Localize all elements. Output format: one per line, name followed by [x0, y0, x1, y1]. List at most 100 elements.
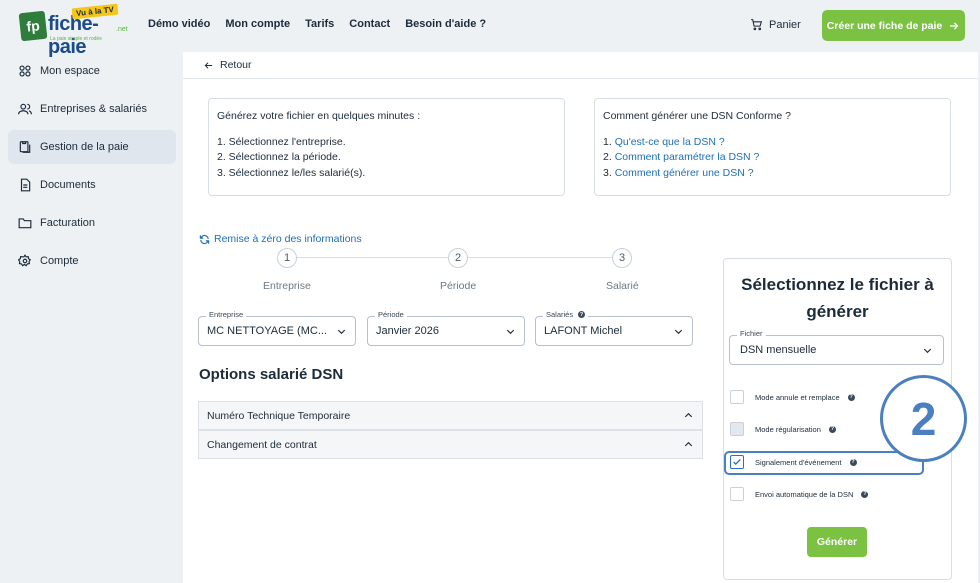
step-3-circle: 3 [612, 248, 632, 268]
option-label: Mode annule et remplace [755, 392, 840, 402]
help-item: 3. Comment générer une DSN ? [603, 166, 942, 182]
cta-label: Créer une fiche de paie [826, 19, 943, 32]
help-num: 2. [603, 151, 612, 163]
document-icon [20, 178, 31, 192]
help-icon[interactable]: ? [828, 425, 836, 433]
payroll-icon [19, 141, 31, 153]
option-label: Mode régularisation [755, 424, 821, 434]
sidebar-item-label: Facturation [40, 217, 96, 229]
step-2-label: Période [440, 280, 477, 292]
checkbox[interactable] [730, 487, 744, 501]
folder-icon [18, 218, 32, 229]
logo-mark: fp [18, 10, 48, 42]
help-icon[interactable]: ? [578, 311, 586, 318]
divider [183, 78, 978, 79]
users-icon [18, 103, 32, 115]
sidebar-item-facturation[interactable]: Facturation [8, 206, 176, 240]
nav-demo-video[interactable]: Démo vidéo [148, 18, 210, 30]
sidebar-item-label: Mon espace [40, 65, 100, 77]
help-link-what-is-dsn[interactable]: Qu'est-ce que la DSN ? [615, 136, 725, 148]
chevron-down-icon [337, 329, 346, 334]
nav-tarifs[interactable]: Tarifs [305, 18, 334, 30]
option-label: Signalement d'événement [755, 457, 842, 467]
instructions-title: Générez votre fichier en quelques minute… [217, 110, 421, 122]
select-value: Janvier 2026 [376, 325, 439, 337]
back-label: Retour [220, 59, 252, 71]
sidebar-item-documents[interactable]: Documents [8, 168, 176, 202]
help-num: 1. [603, 135, 612, 148]
sidebar-item-entreprises[interactable]: Entreprises & salariés [8, 92, 176, 126]
help-link-generate-dsn[interactable]: Comment générer une DSN ? [615, 167, 754, 179]
check-icon [733, 459, 741, 465]
options-title: Options salarié DSN [199, 366, 344, 383]
option-annule-remplace[interactable]: Mode annule et remplace ? [730, 390, 855, 404]
checkbox-checked[interactable] [730, 455, 744, 469]
help-icon[interactable]: ? [861, 490, 869, 498]
back-link[interactable]: Retour [203, 59, 252, 71]
select-value: DSN mensuelle [740, 344, 817, 356]
chevron-up-icon [684, 441, 693, 447]
instructions-box: Générez votre fichier en quelques minute… [208, 98, 565, 196]
accordion-contract-change[interactable]: Changement de contrat [198, 430, 703, 459]
help-icon[interactable]: ? [849, 458, 857, 466]
accordion-ntt[interactable]: Numéro Technique Temporaire [198, 401, 703, 430]
sidebar-item-label: Entreprises & salariés [40, 103, 147, 115]
arrow-left-icon [204, 61, 213, 69]
reset-link[interactable]: Remise à zéro des informations [199, 233, 362, 245]
help-link-configure-dsn[interactable]: Comment paramétrer la DSN ? [615, 151, 760, 163]
select-value: MC NETTOYAGE (MC... [207, 325, 327, 337]
generate-button[interactable]: Générer [807, 527, 867, 557]
sidebar-item-label: Gestion de la paie [40, 141, 129, 153]
sidebar-item-compte[interactable]: Compte [8, 244, 176, 278]
accordion-label: Numéro Technique Temporaire [207, 409, 351, 422]
card-title-line: Sélectionnez le fichier à [741, 275, 934, 294]
main-panel: Retour Générez votre fichier en quelques… [183, 52, 978, 583]
nav-contact[interactable]: Contact [349, 18, 390, 30]
create-payslip-button[interactable]: Créer une fiche de paie [822, 10, 965, 41]
checkbox[interactable] [730, 390, 744, 404]
fiche-paie-logo[interactable]: fp fiche-paie Vu à la TV .net La paie si… [18, 3, 130, 58]
logo-tagline: La paie simple et rodée [50, 36, 102, 42]
instruction-item: 2. Sélectionnez la période. [217, 151, 341, 163]
field-label-text: Salariés [546, 310, 574, 319]
help-num: 3. [603, 166, 612, 179]
option-signalement[interactable]: Signalement d'événement ? [730, 455, 857, 469]
option-regularisation: Mode régularisation ? [730, 422, 836, 436]
step-3-label: Salarié [606, 280, 639, 292]
field-label: Salariés? [543, 310, 589, 319]
sidebar-item-mon-espace[interactable]: Mon espace [8, 54, 176, 88]
nav-help[interactable]: Besoin d'aide ? [405, 18, 486, 30]
refresh-icon [199, 234, 210, 244]
accordion-label: Changement de contrat [207, 438, 317, 451]
select-value: LAFONT Michel [544, 325, 623, 337]
salaries-select[interactable]: Salariés? LAFONT Michel [535, 310, 693, 346]
top-header: fp fiche-paie Vu à la TV .net La paie si… [0, 0, 980, 58]
help-icon[interactable]: ? [847, 393, 855, 401]
cart-label: Panier [769, 18, 801, 31]
step-1-label: Entreprise [263, 280, 311, 292]
sidebar-item-label: Documents [40, 179, 96, 191]
reset-label: Remise à zéro des informations [214, 233, 362, 245]
step-2-circle: 2 [448, 248, 468, 268]
card-title: Sélectionnez le fichier à générer [724, 271, 951, 325]
chevron-down-icon [923, 348, 932, 353]
chevron-down-icon [674, 329, 683, 334]
dsn-help-box: Comment générer une DSN Conforme ? 1. Qu… [594, 98, 951, 196]
entreprise-select[interactable]: Entreprise MC NETTOYAGE (MC... [198, 310, 356, 346]
option-envoi-auto[interactable]: Envoi automatique de la DSN ? [730, 487, 869, 501]
instruction-item: 1. Sélectionnez l'entreprise. [217, 135, 346, 148]
gear-icon [18, 254, 32, 267]
sidebar-item-gestion-paie[interactable]: Gestion de la paie [8, 130, 176, 164]
instruction-item: 3. Sélectionnez le/les salarié(s). [217, 166, 366, 179]
cart-link[interactable]: Panier [750, 18, 801, 31]
arrow-right-icon [950, 22, 959, 29]
step-annotation-badge: 2 [880, 375, 967, 462]
field-label: Période [375, 310, 407, 319]
sidebar-item-label: Compte [40, 255, 79, 267]
periode-select[interactable]: Période Janvier 2026 [367, 310, 525, 346]
main-nav: Démo vidéo Mon compte Tarifs Contact Bes… [148, 18, 486, 30]
file-type-select[interactable]: Fichier DSN mensuelle [729, 329, 944, 365]
step-1-circle: 1 [277, 248, 297, 268]
field-label: Fichier [737, 329, 766, 338]
nav-mon-compte[interactable]: Mon compte [225, 18, 290, 30]
